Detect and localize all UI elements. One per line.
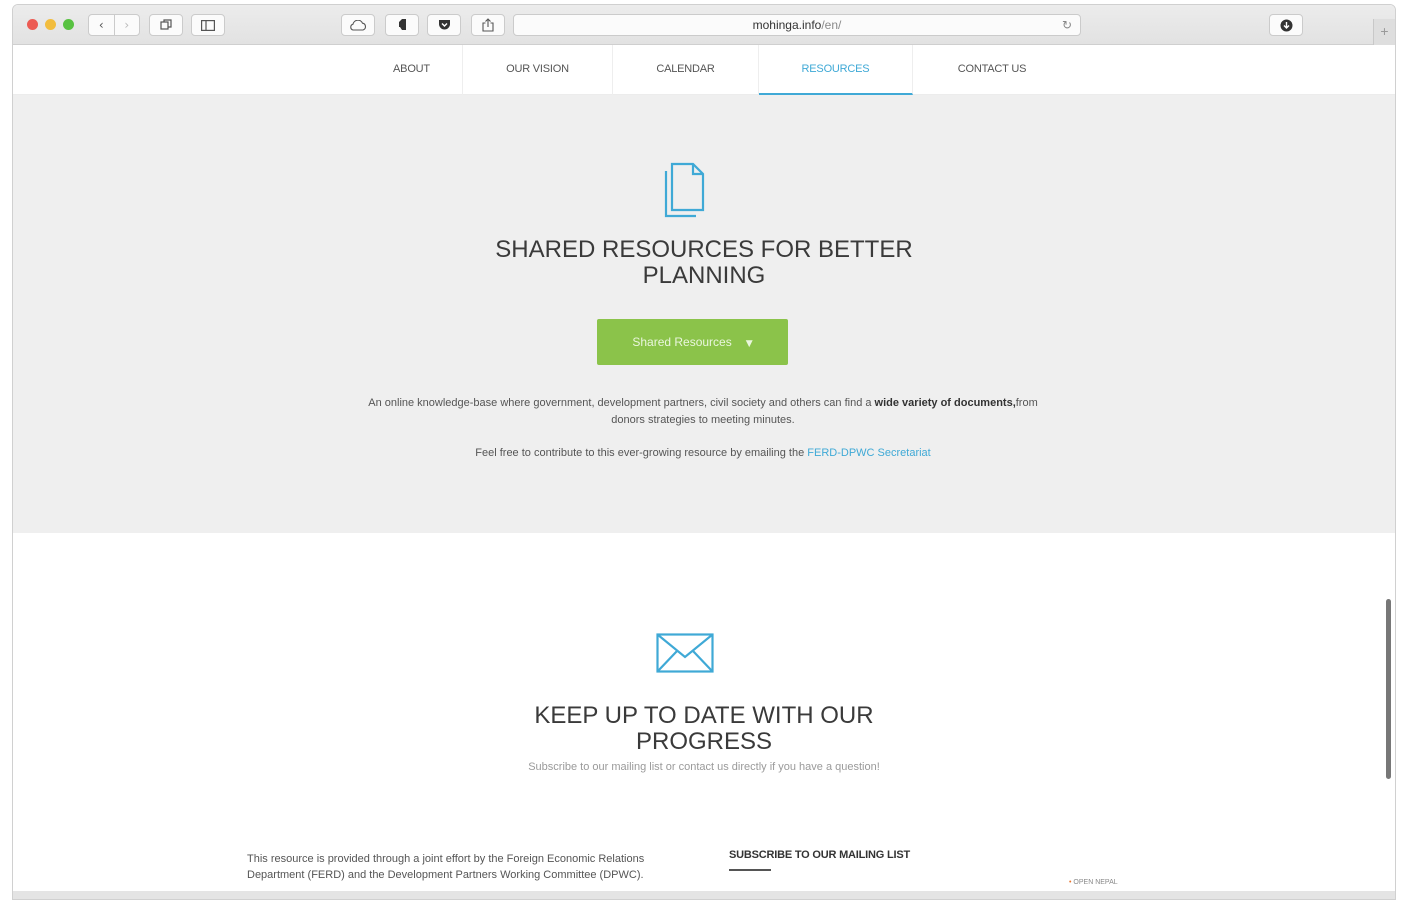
resources-title: SHARED RESOURCES FOR BETTER PLANNING bbox=[13, 237, 1395, 289]
zoom-window-button[interactable] bbox=[63, 19, 74, 30]
close-window-button[interactable] bbox=[27, 19, 38, 30]
share-icon bbox=[482, 18, 494, 32]
desc-text: An online knowledge-base where governmen… bbox=[368, 397, 875, 409]
secretariat-link[interactable]: FERD-DPWC Secretariat bbox=[807, 447, 930, 459]
sidebar-icon bbox=[201, 19, 215, 31]
contribute-text: Feel free to contribute to this ever-gro… bbox=[353, 445, 1053, 462]
resources-description: An online knowledge-base where governmen… bbox=[353, 395, 1053, 429]
page-scrollbar[interactable] bbox=[1386, 599, 1391, 779]
progress-title-line1: KEEP UP TO DATE WITH OUR bbox=[534, 702, 874, 729]
url-domain: mohinga.info bbox=[752, 18, 822, 32]
window-bottom-edge bbox=[13, 891, 1395, 899]
evernote-button[interactable] bbox=[385, 14, 419, 36]
share-button[interactable] bbox=[471, 14, 505, 36]
progress-subtitle: Subscribe to our mailing list or contact… bbox=[528, 761, 880, 773]
nav-item-about[interactable]: ABOUT bbox=[361, 45, 463, 95]
back-button[interactable]: ‹ bbox=[89, 15, 114, 35]
partner-logo[interactable]: • OPEN NEPAL bbox=[1069, 879, 1118, 886]
tabs-icon bbox=[160, 19, 172, 30]
resources-section: SHARED RESOURCES FOR BETTER PLANNING Sha… bbox=[13, 95, 1395, 533]
browser-window: ‹ › mohinga.info/en/ ↻ + ABOUT OUR VISIO… bbox=[12, 4, 1396, 900]
nav-item-resources[interactable]: RESOURCES bbox=[759, 45, 913, 95]
download-icon bbox=[1280, 19, 1292, 31]
sidebar-button[interactable] bbox=[191, 14, 225, 36]
progress-title: KEEP UP TO DATE WITH OUR PROGRESS bbox=[13, 703, 1395, 755]
browser-toolbar: ‹ › mohinga.info/en/ ↻ + bbox=[13, 5, 1395, 45]
progress-section: KEEP UP TO DATE WITH OUR PROGRESS Subscr… bbox=[13, 533, 1395, 899]
resources-title-line2: PLANNING bbox=[642, 262, 766, 289]
footer-description: This resource is provided through a join… bbox=[247, 853, 645, 881]
pocket-button[interactable] bbox=[427, 14, 461, 36]
tabs-overview-button[interactable] bbox=[149, 14, 183, 36]
cloud-icon bbox=[350, 19, 366, 31]
evernote-icon bbox=[398, 19, 406, 30]
nav-item-our-vision[interactable]: OUR VISION bbox=[463, 45, 613, 95]
new-tab-button[interactable]: + bbox=[1373, 19, 1395, 45]
documents-icon bbox=[664, 162, 705, 218]
downloads-button[interactable] bbox=[1269, 14, 1303, 36]
minimize-window-button[interactable] bbox=[45, 19, 56, 30]
envelope-icon bbox=[656, 633, 714, 673]
resources-title-line1: SHARED RESOURCES FOR BETTER bbox=[495, 236, 913, 263]
pocket-icon bbox=[438, 20, 450, 30]
site-navigation: ABOUT OUR VISION CALENDAR RESOURCES CONT… bbox=[13, 45, 1395, 95]
progress-title-line2: PROGRESS bbox=[635, 728, 773, 755]
icloud-tabs-button[interactable] bbox=[341, 14, 375, 36]
reload-icon[interactable]: ↻ bbox=[1062, 15, 1072, 35]
partner-logo-text: OPEN NEPAL bbox=[1073, 879, 1118, 886]
shared-resources-label: Shared Resources bbox=[632, 335, 732, 349]
nav-item-contact-us[interactable]: CONTACT US bbox=[913, 45, 1071, 95]
desc-bold: wide variety of documents, bbox=[874, 397, 1016, 409]
url-path: /en/ bbox=[821, 18, 842, 32]
history-nav-group: ‹ › bbox=[88, 14, 140, 36]
contribute-prefix: Feel free to contribute to this ever-gro… bbox=[475, 447, 808, 459]
address-bar[interactable]: mohinga.info/en/ ↻ bbox=[513, 14, 1081, 36]
mailing-list-heading: SUBSCRIBE TO OUR MAILING LIST bbox=[729, 849, 911, 861]
nav-item-calendar[interactable]: CALENDAR bbox=[613, 45, 759, 95]
forward-button[interactable]: › bbox=[113, 15, 140, 35]
heading-underline bbox=[729, 869, 771, 871]
shared-resources-dropdown-button[interactable]: Shared Resources ▼ bbox=[597, 319, 788, 365]
caret-down-icon: ▼ bbox=[745, 339, 753, 349]
